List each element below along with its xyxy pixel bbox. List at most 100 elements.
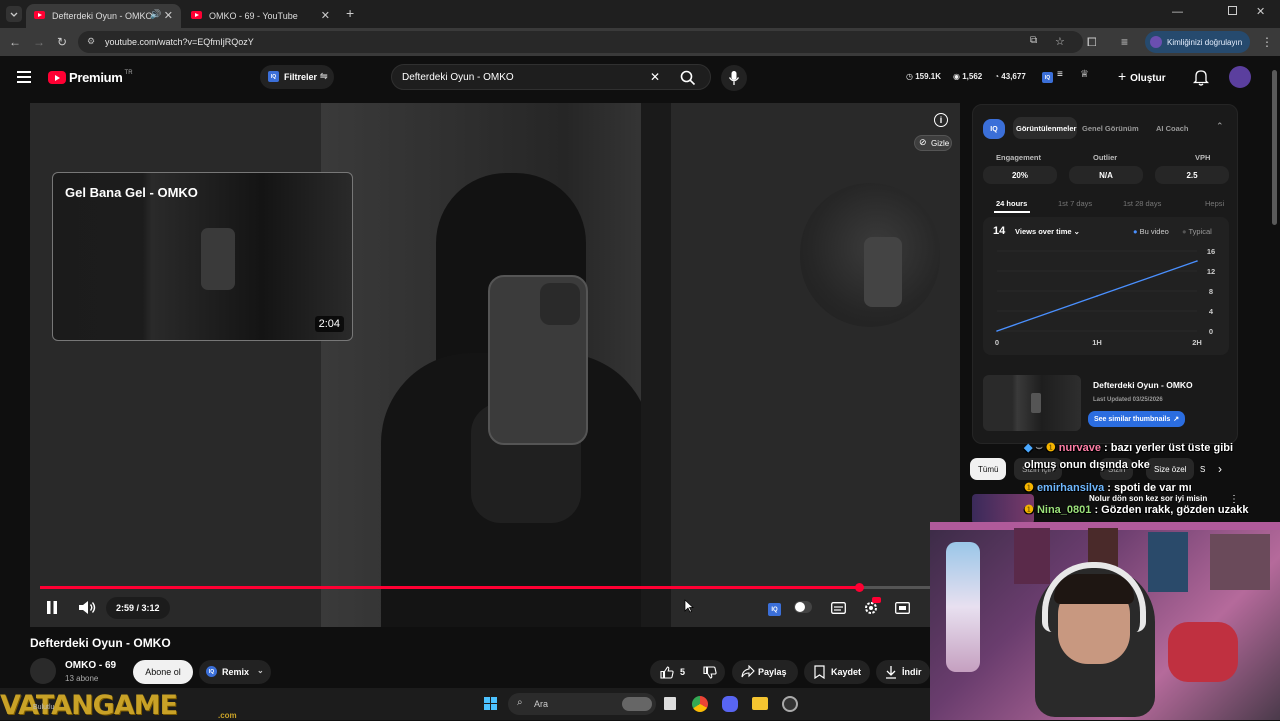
subscribe-button[interactable]: Abone ol xyxy=(133,660,193,684)
period-24h[interactable]: 24 hours xyxy=(996,199,1027,208)
thumbs-down-icon[interactable] xyxy=(703,666,717,679)
like-button[interactable]: 5 xyxy=(660,665,685,679)
forward-icon[interactable]: → xyxy=(33,35,45,49)
end-screen-video-card[interactable]: Gel Bana Gel - OMKO 2:04 xyxy=(52,172,353,341)
speaker-icon[interactable]: 🔊 xyxy=(150,9,161,20)
tab-views[interactable]: Görüntülenmeler xyxy=(1016,124,1076,133)
progress-scrubber[interactable] xyxy=(854,583,864,592)
remix-button[interactable]: IQ Remix ⌄ xyxy=(199,660,271,684)
install-app-icon[interactable]: ⧉ xyxy=(1030,35,1037,46)
subtitles-icon[interactable] xyxy=(831,602,846,614)
share-button[interactable]: Paylaş xyxy=(732,660,798,684)
period-28d[interactable]: 1st 28 days xyxy=(1123,199,1161,208)
file-explorer-icon[interactable] xyxy=(752,697,768,710)
similar-thumbnails-button[interactable]: See similar thumbnails ↗ xyxy=(1088,411,1186,427)
iq-logo-icon[interactable]: IQ xyxy=(1042,72,1053,83)
chevron-right-icon[interactable]: › xyxy=(1218,462,1222,476)
period-all[interactable]: Hepsi xyxy=(1205,199,1224,208)
tab-omko-69[interactable]: OMKO - 69 - YouTube ✕ xyxy=(183,4,338,28)
search-icon[interactable] xyxy=(680,70,696,86)
maximize-icon[interactable] xyxy=(1228,6,1237,15)
hide-cards-button[interactable]: ⊘ Gizle xyxy=(914,135,952,151)
chat-message: olmuş onun dışında oke xyxy=(1024,459,1150,471)
voice-search-button[interactable] xyxy=(721,65,747,91)
iq-player-icon[interactable]: IQ xyxy=(768,603,781,616)
warning-badge-icon: ❶ xyxy=(1045,442,1056,454)
channel-avatar[interactable] xyxy=(30,658,56,684)
theater-mode-icon[interactable] xyxy=(895,602,910,614)
reload-icon[interactable]: ↻ xyxy=(57,35,67,49)
filters-button[interactable]: IQ Filtreler ⇋ xyxy=(260,65,334,89)
reading-list-icon[interactable]: ≡ xyxy=(1121,35,1128,49)
task-view-icon[interactable] xyxy=(664,697,676,710)
channel-end-screen-avatar[interactable] xyxy=(800,183,940,327)
tab-list-button[interactable] xyxy=(6,6,22,22)
browser-tab-bar: Defterdeki Oyun - OMKO - 🔊 ✕ OMKO - 69 -… xyxy=(0,0,1280,28)
views-line-chart: 0 4 8 12 16 0 1H 2H xyxy=(995,247,1215,347)
video-thumbnail[interactable] xyxy=(983,375,1081,431)
chat-text: : Gözden ırakk, gözden uzakk xyxy=(1094,504,1249,516)
external-link-icon: ↗ xyxy=(1173,416,1180,423)
chip-size-ozel[interactable]: Size özel xyxy=(1146,458,1195,480)
chat-text: : spoti de var mı xyxy=(1107,482,1192,494)
youtube-premium-logo[interactable]: Premium TR xyxy=(48,70,133,85)
windows-start-icon[interactable] xyxy=(484,697,498,711)
plush-toys xyxy=(1168,622,1238,682)
hamburger-menu-icon[interactable] xyxy=(17,71,31,83)
streamer-webcam xyxy=(930,522,1280,720)
y-tick-label: 4 xyxy=(1209,307,1214,316)
collapse-icon[interactable]: ⌃ xyxy=(1216,121,1224,132)
back-icon[interactable]: ← xyxy=(9,35,21,49)
save-button[interactable]: Kaydet xyxy=(804,660,870,684)
overlay-song-text: Nolur dön son kez sor iyi misin xyxy=(1089,494,1208,503)
close-icon[interactable]: ✕ xyxy=(164,9,173,22)
plus-icon: + xyxy=(1118,68,1131,84)
list-icon[interactable]: ≡ xyxy=(1057,69,1063,80)
search-input[interactable]: Defterdeki Oyun - OMKO ✕ xyxy=(391,64,711,90)
metric-select[interactable]: Views over time ⌄ xyxy=(1015,227,1080,236)
country-code: TR xyxy=(124,69,133,76)
bookmark-star-icon[interactable]: ☆ xyxy=(1055,35,1065,48)
chrome-icon[interactable] xyxy=(692,696,708,712)
chip-all[interactable]: Tümü xyxy=(970,458,1007,480)
taskbar-search[interactable]: ⌕ Ara xyxy=(508,693,656,715)
identity-verify-button[interactable]: Kimliğinizi doğrulayın xyxy=(1145,31,1250,53)
page-scrollbar[interactable] xyxy=(1272,70,1277,225)
clear-search-icon[interactable]: ✕ xyxy=(650,70,660,84)
period-7d[interactable]: 1st 7 days xyxy=(1058,199,1092,208)
share-icon xyxy=(741,665,755,678)
window-close-icon[interactable]: ✕ xyxy=(1256,5,1265,18)
close-icon[interactable]: ✕ xyxy=(321,9,330,22)
extensions-icon[interactable]: ⧠ xyxy=(1087,35,1097,50)
tab-overview[interactable]: Genel Görünüm xyxy=(1082,124,1139,133)
info-icon[interactable]: i xyxy=(934,113,948,127)
subscriber-count: 13 abone xyxy=(65,674,99,683)
site-info-icon[interactable]: ⚙ xyxy=(87,36,95,47)
app-icon[interactable] xyxy=(782,696,798,712)
new-tab-icon[interactable]: + xyxy=(346,5,354,21)
chat-text: olmuş onun dışında oke xyxy=(1024,459,1150,471)
chat-message: ❶ Nina_0801 : Gözden ırakk, gözden uzakk xyxy=(1024,503,1248,516)
chevron-down-icon[interactable]: ⌄ xyxy=(257,666,264,675)
tab-ai-coach[interactable]: AI Coach xyxy=(1156,124,1189,133)
url-bar[interactable]: ⚙ youtube.com/watch?v=EQfmIjRQozY ⧉ ☆ xyxy=(78,31,1083,53)
create-button[interactable]: + Oluştur xyxy=(1118,68,1166,84)
thumbs-up-icon xyxy=(660,665,674,679)
notifications-bell-icon[interactable] xyxy=(1193,69,1209,86)
pause-icon[interactable] xyxy=(46,601,58,614)
volume-icon[interactable] xyxy=(78,600,96,615)
account-avatar[interactable] xyxy=(1229,66,1251,88)
progress-bar[interactable] xyxy=(40,583,930,592)
discord-icon[interactable] xyxy=(722,696,738,712)
chip-more[interactable]: S xyxy=(1192,458,1213,480)
download-button[interactable]: İndir xyxy=(876,660,930,684)
minimize-icon[interactable]: — xyxy=(1172,6,1183,18)
browser-menu-icon[interactable]: ⋮ xyxy=(1261,35,1273,49)
autoplay-toggle[interactable] xyxy=(794,601,812,613)
tab-defterdeki-oyun[interactable]: Defterdeki Oyun - OMKO - 🔊 ✕ xyxy=(26,4,181,28)
views-count: 14 xyxy=(993,225,1006,237)
channel-name[interactable]: OMKO - 69 xyxy=(65,660,116,671)
trophy-icon[interactable]: ♕ xyxy=(1080,69,1089,80)
chat-user: emirhansilva xyxy=(1036,482,1105,494)
video-player[interactable]: Gel Bana Gel - OMKO 2:04 i ⊘ Gizle 2:59 … xyxy=(30,103,960,627)
